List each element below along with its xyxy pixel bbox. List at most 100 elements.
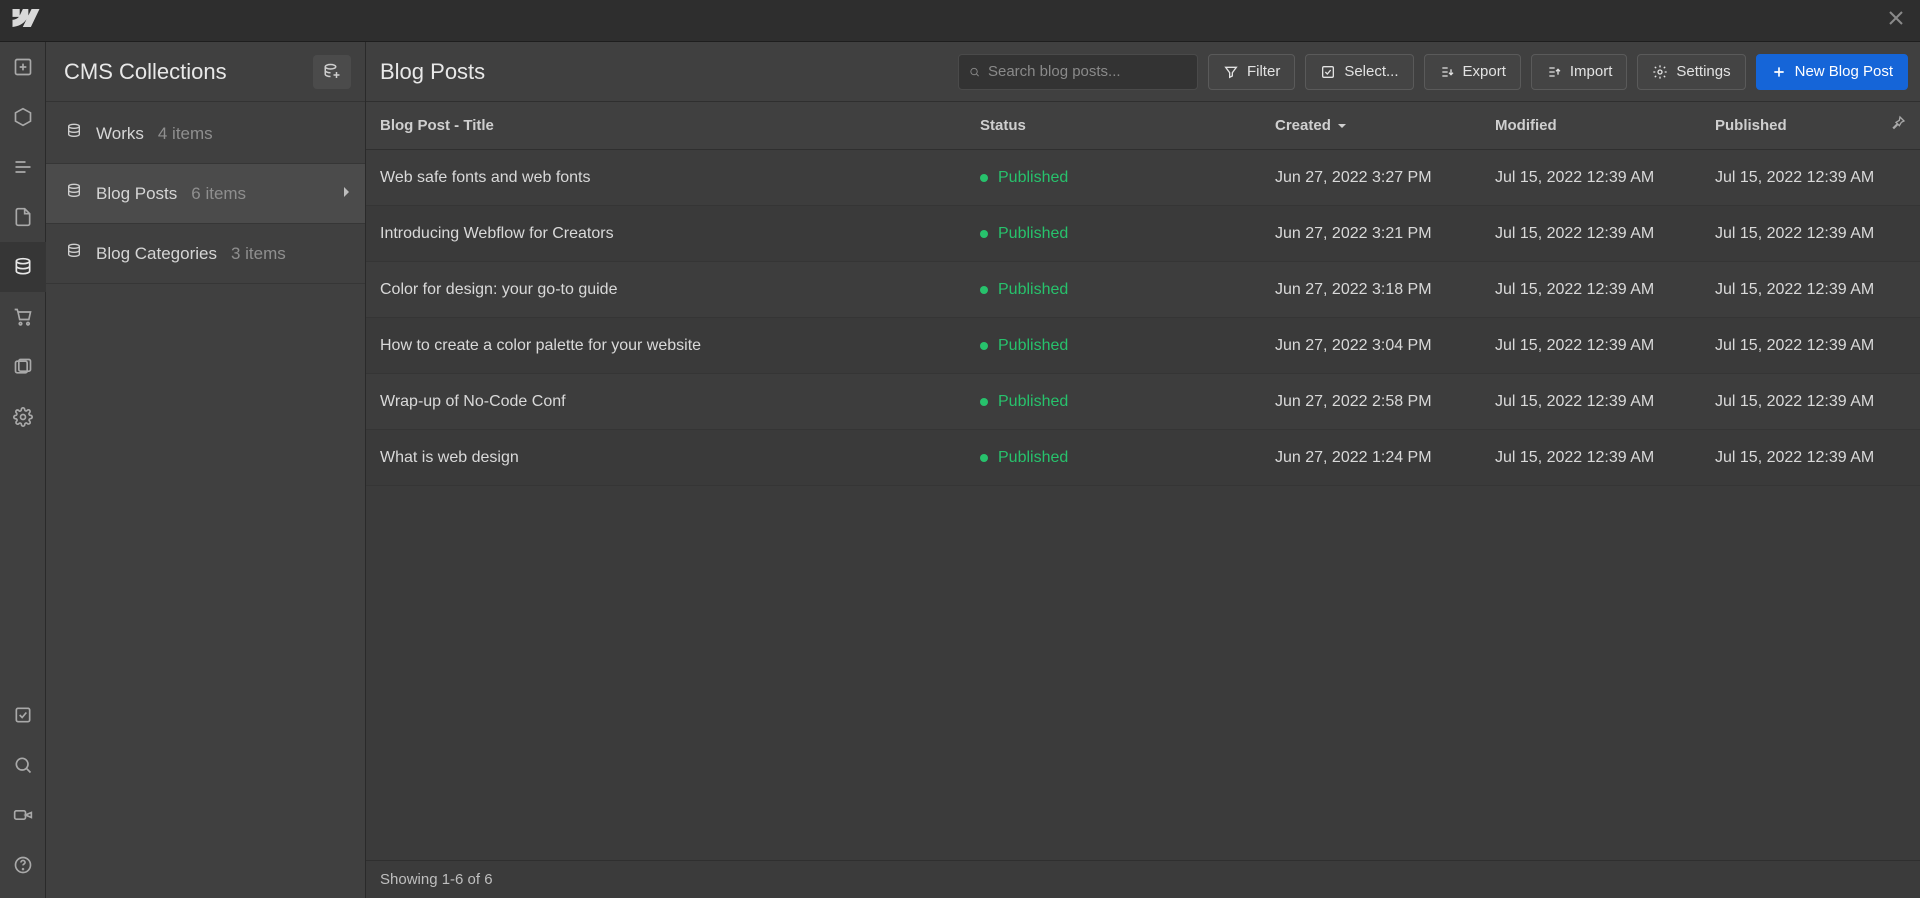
sidebar-title: CMS Collections (64, 59, 227, 85)
rail-navigator-icon[interactable] (0, 142, 46, 192)
cell-title: What is web design (380, 449, 980, 467)
cell-status: Published (980, 393, 1275, 411)
collection-label: Works (96, 124, 144, 144)
cell-status: Published (980, 225, 1275, 243)
status-text: Published (998, 393, 1068, 411)
sort-desc-icon (1337, 121, 1347, 131)
rail-cms-icon[interactable] (0, 242, 46, 292)
sidebar-item-blog-categories[interactable]: Blog Categories 3 items (46, 224, 365, 284)
table-header: Blog Post - Title Status Created Modifie… (366, 102, 1920, 150)
rail-pages-icon[interactable] (0, 192, 46, 242)
settings-button[interactable]: Settings (1637, 54, 1745, 90)
export-label: Export (1463, 63, 1506, 80)
collection-count: 6 items (191, 184, 246, 204)
cell-created: Jun 27, 2022 2:58 PM (1275, 393, 1495, 411)
rail-search-icon[interactable] (0, 740, 46, 790)
cell-modified: Jul 15, 2022 12:39 AM (1495, 225, 1715, 243)
table-row[interactable]: Introducing Webflow for Creators Publish… (366, 206, 1920, 262)
import-icon (1546, 64, 1562, 80)
filter-button[interactable]: Filter (1208, 54, 1295, 90)
new-item-button[interactable]: New Blog Post (1756, 54, 1908, 90)
col-modified[interactable]: Modified (1495, 117, 1715, 134)
status-text: Published (998, 169, 1068, 187)
col-created[interactable]: Created (1275, 117, 1495, 134)
filter-icon (1223, 64, 1239, 80)
search-box[interactable] (958, 54, 1198, 90)
settings-label: Settings (1676, 63, 1730, 80)
cell-created: Jun 27, 2022 3:04 PM (1275, 337, 1495, 355)
collection-label: Blog Posts (96, 184, 177, 204)
cell-title: Wrap-up of No-Code Conf (380, 393, 980, 411)
cell-published: Jul 15, 2022 12:39 AM (1715, 393, 1906, 411)
export-icon (1439, 64, 1455, 80)
cell-title: Web safe fonts and web fonts (380, 169, 980, 187)
status-dot-icon (980, 342, 988, 350)
table-footer: Showing 1-6 of 6 (366, 860, 1920, 898)
webflow-logo-icon[interactable] (12, 9, 40, 32)
rail-elements-icon[interactable] (0, 92, 46, 142)
cell-title: Color for design: your go-to guide (380, 281, 980, 299)
cell-modified: Jul 15, 2022 12:39 AM (1495, 337, 1715, 355)
collection-count: 4 items (158, 124, 213, 144)
search-icon (969, 64, 980, 80)
new-item-label: New Blog Post (1795, 63, 1893, 80)
sidebar-item-blog-posts[interactable]: Blog Posts 6 items (46, 164, 365, 224)
close-icon[interactable] (1880, 6, 1912, 35)
cell-modified: Jul 15, 2022 12:39 AM (1495, 449, 1715, 467)
cell-title: How to create a color palette for your w… (380, 337, 980, 355)
cell-modified: Jul 15, 2022 12:39 AM (1495, 281, 1715, 299)
add-collection-button[interactable] (313, 55, 351, 89)
cell-created: Jun 27, 2022 3:21 PM (1275, 225, 1495, 243)
status-dot-icon (980, 286, 988, 294)
table-row[interactable]: Web safe fonts and web fonts Published J… (366, 150, 1920, 206)
col-title[interactable]: Blog Post - Title (380, 117, 980, 134)
cell-created: Jun 27, 2022 3:18 PM (1275, 281, 1495, 299)
select-button[interactable]: Select... (1305, 54, 1413, 90)
rail-audits-icon[interactable] (0, 690, 46, 740)
table-row[interactable]: Color for design: your go-to guide Publi… (366, 262, 1920, 318)
cell-modified: Jul 15, 2022 12:39 AM (1495, 393, 1715, 411)
status-dot-icon (980, 398, 988, 406)
select-icon (1320, 64, 1336, 80)
status-text: Published (998, 337, 1068, 355)
table-row[interactable]: How to create a color palette for your w… (366, 318, 1920, 374)
cell-status: Published (980, 337, 1275, 355)
cell-title: Introducing Webflow for Creators (380, 225, 980, 243)
status-text: Published (998, 225, 1068, 243)
status-text: Published (998, 449, 1068, 467)
cell-status: Published (980, 449, 1275, 467)
rail-help-icon[interactable] (0, 840, 46, 890)
collection-label: Blog Categories (96, 244, 217, 264)
status-dot-icon (980, 454, 988, 462)
cell-published: Jul 15, 2022 12:39 AM (1715, 449, 1906, 467)
cell-status: Published (980, 281, 1275, 299)
collection-count: 3 items (231, 244, 286, 264)
cell-created: Jun 27, 2022 1:24 PM (1275, 449, 1495, 467)
main-panel: Blog Posts Filter Select... Export (366, 42, 1920, 898)
pin-icon[interactable] (1890, 115, 1906, 136)
database-icon (66, 123, 82, 144)
import-label: Import (1570, 63, 1613, 80)
table-row[interactable]: What is web design Published Jun 27, 202… (366, 430, 1920, 486)
cell-created: Jun 27, 2022 3:27 PM (1275, 169, 1495, 187)
col-published[interactable]: Published (1715, 117, 1884, 134)
select-label: Select... (1344, 63, 1398, 80)
gear-icon (1652, 64, 1668, 80)
col-status[interactable]: Status (980, 117, 1275, 134)
cell-published: Jul 15, 2022 12:39 AM (1715, 337, 1906, 355)
cell-modified: Jul 15, 2022 12:39 AM (1495, 169, 1715, 187)
cell-status: Published (980, 169, 1275, 187)
rail-video-icon[interactable] (0, 790, 46, 840)
rail-assets-icon[interactable] (0, 342, 46, 392)
rail-add-icon[interactable] (0, 42, 46, 92)
search-input[interactable] (988, 63, 1187, 80)
table-row[interactable]: Wrap-up of No-Code Conf Published Jun 27… (366, 374, 1920, 430)
export-button[interactable]: Export (1424, 54, 1521, 90)
sidebar-item-works[interactable]: Works 4 items (46, 104, 365, 164)
database-icon (66, 243, 82, 264)
rail-ecommerce-icon[interactable] (0, 292, 46, 342)
cell-published: Jul 15, 2022 12:39 AM (1715, 225, 1906, 243)
main-title: Blog Posts (380, 59, 485, 85)
import-button[interactable]: Import (1531, 54, 1628, 90)
rail-settings-icon[interactable] (0, 392, 46, 442)
